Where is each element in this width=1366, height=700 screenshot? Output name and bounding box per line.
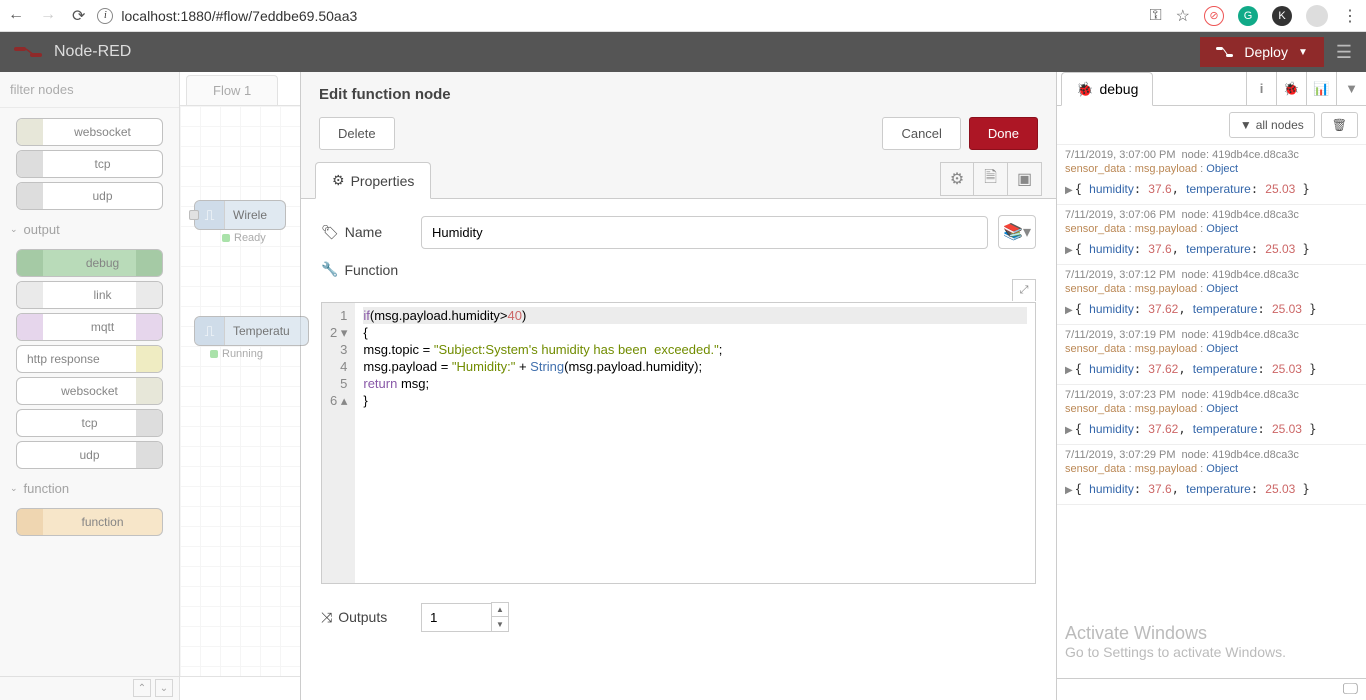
spinner-up[interactable]: ▲ [492,603,508,617]
app-header: Node-RED Deploy ▼ ☰ [0,32,1366,72]
palette-node-link[interactable]: link [16,281,163,309]
reload-icon[interactable]: ⟳ [72,6,85,26]
delete-button[interactable]: Delete [319,117,395,150]
tab-properties[interactable]: ⚙ Properties [315,162,431,199]
line-gutter: 12 ▾3456 ▴ [322,303,355,583]
filter-input[interactable] [6,78,173,101]
debug-message[interactable]: 7/11/2019, 3:07:00 PMnode: 419db4ce.d8ca… [1057,145,1366,205]
done-button[interactable]: Done [969,117,1038,150]
sidebar-footer: 🖵 [1057,678,1366,700]
profile-icon[interactable] [1306,5,1328,27]
info-tab-icon[interactable]: i [1246,72,1276,105]
filter-icon: ▼ [1240,118,1252,132]
serial-icon: ⎍ [195,201,225,229]
deploy-icon [1216,46,1234,58]
url-bar[interactable]: i localhost:1880/#flow/7eddbe69.50aa3 [97,8,1137,24]
console-icon[interactable]: 🖵 [1343,681,1358,699]
spinner-down[interactable]: ▼ [492,617,508,631]
category-function[interactable]: ⌄function [0,473,179,504]
flow-tab[interactable]: Flow 1 [186,75,278,105]
debug-message[interactable]: 7/11/2019, 3:07:23 PMnode: 419db4ce.d8ca… [1057,385,1366,445]
debug-message[interactable]: 7/11/2019, 3:07:06 PMnode: 419db4ce.d8ca… [1057,205,1366,265]
canvas-footer [180,676,300,700]
node-settings-icon[interactable]: ⚙ [940,162,974,196]
category-output[interactable]: ⌄output [0,214,179,245]
sidebar: 🐞 debug i 🐞 📊 ▼ ▼all nodes 🗑 7/11/2019, … [1056,72,1366,700]
back-icon[interactable]: ← [8,6,24,26]
deploy-button[interactable]: Deploy ▼ [1200,37,1324,67]
palette-node-websocket-out[interactable]: websocket [16,377,163,405]
palette-node-function[interactable]: function [16,508,163,536]
code-editor[interactable]: ⤢ 12 ▾3456 ▴ if(msg.payload.humidity>40)… [321,302,1036,584]
clear-debug[interactable]: 🗑 [1321,112,1358,138]
outputs-label: ⤨Outputs [321,609,411,626]
canvas-node-wireless[interactable]: ⎍ Wirele [194,200,286,230]
hamburger-icon[interactable]: ☰ [1336,42,1352,63]
node-status: Ready [222,232,266,244]
edit-title: Edit function node [301,72,1056,117]
debug-message[interactable]: 7/11/2019, 3:07:19 PMnode: 419db4ce.d8ca… [1057,325,1366,385]
node-description-icon[interactable]: 🗎 [974,162,1008,196]
star-icon[interactable]: ☆ [1176,6,1190,26]
key-icon[interactable]: ⚿ [1149,7,1161,25]
code-content[interactable]: if(msg.payload.humidity>40) { msg.topic … [355,303,1035,583]
name-label: 🏷Name [321,224,411,241]
name-input[interactable] [421,216,988,249]
edit-panel: Edit function node Delete Cancel Done ⚙ … [300,72,1056,700]
logo-icon [14,45,44,59]
cancel-button[interactable]: Cancel [882,117,960,150]
palette-node-mqtt[interactable]: mqtt [16,313,163,341]
dropdown-tab-icon[interactable]: ▼ [1336,72,1366,105]
browser-menu-icon[interactable]: ⋮ [1342,6,1358,26]
palette-node-websocket[interactable]: websocket [16,118,163,146]
node-port[interactable] [189,210,199,220]
browser-toolbar: ← → ⟳ i localhost:1880/#flow/7eddbe69.50… [0,0,1366,32]
filter-all-nodes[interactable]: ▼all nodes [1229,112,1315,138]
tab-debug[interactable]: 🐞 debug [1061,72,1153,106]
wrench-icon: 🔧 [321,261,338,278]
chart-tab-icon[interactable]: 📊 [1306,72,1336,105]
app-title: Node-RED [54,43,131,61]
palette-node-http-response[interactable]: http response [16,345,163,373]
trash-icon: 🗑 [1332,118,1347,132]
collapse-up-icon[interactable]: ⌃ [133,679,151,697]
debug-tab-icon[interactable]: 🐞 [1276,72,1306,105]
chevron-down-icon: ⌄ [10,224,18,235]
debug-message[interactable]: 7/11/2019, 3:07:29 PMnode: 419db4ce.d8ca… [1057,445,1366,505]
chevron-down-icon: ⌄ [10,483,18,494]
debug-message[interactable]: 7/11/2019, 3:07:12 PMnode: 419db4ce.d8ca… [1057,265,1366,325]
chevron-down-icon: ▼ [1298,47,1308,58]
gear-icon: ⚙ [332,172,345,189]
function-label: 🔧Function [321,261,411,278]
deploy-label: Deploy [1244,44,1288,60]
palette-node-udp-out[interactable]: udp [16,441,163,469]
bug-icon: 🐞 [1076,81,1093,98]
node-status: Running [210,348,263,360]
forward-icon[interactable]: → [40,6,56,26]
ext-icon-1[interactable]: ⊘ [1204,6,1224,26]
palette-footer: ⌃ ⌄ [0,676,179,700]
collapse-down-icon[interactable]: ⌄ [155,679,173,697]
ext-icon-3[interactable]: K [1272,6,1292,26]
debug-messages[interactable]: 7/11/2019, 3:07:00 PMnode: 419db4ce.d8ca… [1057,145,1366,678]
palette-node-tcp-out[interactable]: tcp [16,409,163,437]
expand-icon[interactable]: ⤢ [1012,279,1036,301]
palette-node-debug[interactable]: debug [16,249,163,277]
outputs-input[interactable] [421,603,491,632]
ext-icon-2[interactable]: G [1238,6,1258,26]
canvas-node-temperature[interactable]: ⎍ Temperatu [194,316,309,346]
bookmark-button[interactable]: 📚▾ [998,215,1036,249]
url-text: localhost:1880/#flow/7eddbe69.50aa3 [121,8,357,24]
tag-icon: 🏷 [321,224,339,241]
shuffle-icon: ⤨ [321,609,332,626]
flow-canvas[interactable]: Flow 1 ⎍ Wirele Ready ⎍ Temperatu Runnin… [180,72,300,700]
node-appearance-icon[interactable]: ▣ [1008,162,1042,196]
function-icon: ⎍ [195,317,225,345]
palette: websocket tcp udp ⌄output debug link mqt… [0,72,180,700]
palette-node-udp[interactable]: udp [16,182,163,210]
palette-node-tcp[interactable]: tcp [16,150,163,178]
info-icon[interactable]: i [97,8,113,24]
